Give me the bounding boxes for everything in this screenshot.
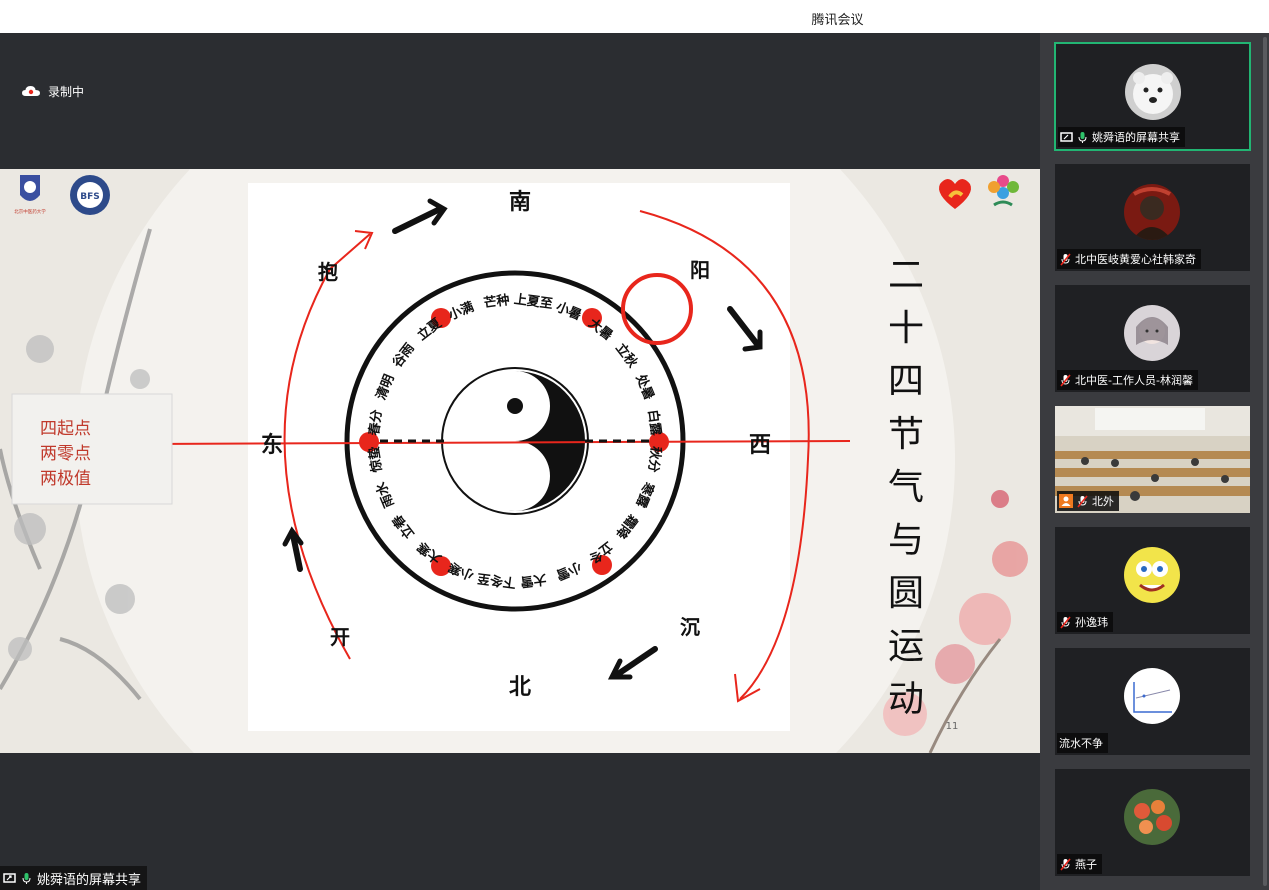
- screen-share-icon: [3, 872, 16, 883]
- participant-label: 孙逸玮: [1057, 612, 1113, 632]
- avatar: [1125, 64, 1181, 120]
- title-char-7: 运: [888, 626, 924, 667]
- recording-label: 录制中: [48, 85, 85, 99]
- note-box: 四起点 两零点 两极值: [11, 393, 173, 505]
- participant-name: 孙逸玮: [1075, 616, 1108, 629]
- window-title: 腾讯会议: [811, 13, 864, 28]
- participant-name: 北中医-工作人员-林润馨: [1075, 374, 1193, 387]
- title-char-8: 动: [888, 679, 924, 720]
- host-badge-icon: [1059, 494, 1073, 508]
- participant-tile[interactable]: 流水不争: [1054, 647, 1251, 756]
- university-logo-2: BFS: [70, 175, 110, 215]
- cloud-record-icon: [22, 86, 40, 96]
- solar-term-23: 芒种: [483, 292, 511, 311]
- participant-tile[interactable]: 燕子: [1054, 768, 1251, 877]
- page-number: 11: [946, 721, 959, 732]
- label-chen: 沉: [680, 615, 700, 639]
- mic-on-icon: [22, 872, 31, 884]
- title-char-4: 气: [888, 467, 924, 508]
- participant-panel: 姚舜语的屏幕共享北中医岐黄爱心社韩家奇 北中医-工作人员-林润馨北外孙逸玮流水不争…: [1040, 33, 1269, 890]
- participant-tile[interactable]: 孙逸玮: [1054, 526, 1251, 635]
- participant-name: 流水不争: [1059, 737, 1103, 750]
- vertical-title: 二十四节气与圆运动: [888, 255, 924, 720]
- shared-slide: 北京中医药大学 BFS 南 北 东 西 阳 沉 开 抱 上夏至 小暑 大暑 立秋…: [0, 169, 1040, 753]
- participant-label: 流水不争: [1057, 733, 1108, 753]
- avatar: [1124, 305, 1180, 361]
- mic-muted-icon: [1060, 857, 1071, 871]
- label-kai: 开: [330, 625, 350, 649]
- participant-name: 北外: [1092, 495, 1114, 508]
- solar-term-11: 大雪: [519, 571, 547, 590]
- panel-scrollbar[interactable]: [1263, 37, 1267, 886]
- title-char-5: 与: [888, 520, 924, 561]
- solar-term-6: 秋分: [645, 445, 664, 473]
- label-bao: 抱: [318, 260, 338, 284]
- note-line-3: 两极值: [40, 469, 91, 489]
- main-stage: 录制中 北京中医药大学 BFS 南 北 东 西 阳 沉 开 抱 上夏至 小暑 大…: [0, 33, 1040, 890]
- participant-label: 姚舜语的屏幕共享: [1058, 127, 1185, 147]
- label-south: 南: [509, 189, 531, 215]
- screen-share-tag[interactable]: 姚舜语的屏幕共享: [0, 866, 148, 890]
- title-char-2: 四: [888, 361, 924, 402]
- svg-text:北京中医药大学: 北京中医药大学: [14, 208, 46, 215]
- avatar: [1124, 668, 1180, 724]
- avatar: [1124, 184, 1180, 240]
- avatar: [1124, 789, 1180, 845]
- participant-label: 北中医-工作人员-林润馨: [1057, 370, 1198, 390]
- label-yang: 阳: [690, 258, 710, 282]
- screen-share-icon: [1060, 131, 1073, 142]
- label-west: 西: [749, 432, 771, 458]
- avatar: [1124, 547, 1180, 603]
- participant-name: 姚舜语的屏幕共享: [1092, 131, 1180, 144]
- participant-label: 北外: [1057, 491, 1119, 511]
- mic-muted-icon: [1060, 252, 1071, 266]
- participant-tile[interactable]: 北中医岐黄爱心社韩家奇: [1054, 163, 1251, 272]
- mic-on-icon: [1078, 131, 1087, 143]
- participant-tile[interactable]: 姚舜语的屏幕共享: [1054, 42, 1251, 151]
- slide-canvas: 北京中医药大学 BFS 南 北 东 西 阳 沉 开 抱 上夏至 小暑大暑立秋处暑…: [0, 169, 1040, 753]
- participant-name: 燕子: [1075, 858, 1097, 871]
- title-char-3: 节: [888, 414, 924, 455]
- title-char-0: 二: [888, 255, 924, 296]
- note-line-1: 四起点: [40, 419, 91, 439]
- solar-term-17: 惊蛰: [366, 445, 385, 473]
- label-north: 北: [509, 674, 531, 700]
- title-char-6: 圆: [888, 573, 924, 614]
- mic-muted-icon: [1060, 373, 1071, 387]
- title-char-1: 十: [888, 308, 924, 349]
- participant-name: 北中医岐黄爱心社韩家奇: [1075, 253, 1196, 266]
- mic-muted-icon: [1077, 494, 1088, 508]
- mic-muted-icon: [1060, 615, 1071, 629]
- recording-indicator[interactable]: 录制中: [22, 83, 84, 100]
- participant-label: 燕子: [1057, 854, 1102, 874]
- participant-tile[interactable]: 北外: [1054, 405, 1251, 514]
- note-line-2: 两零点: [40, 444, 91, 464]
- title-bar: 腾讯会议: [0, 0, 1269, 33]
- svg-text:BFS: BFS: [80, 192, 100, 202]
- screen-share-label: 姚舜语的屏幕共享: [37, 872, 142, 888]
- participant-tile[interactable]: 北中医-工作人员-林润馨: [1054, 284, 1251, 393]
- label-east: 东: [261, 432, 283, 458]
- participant-label: 北中医岐黄爱心社韩家奇: [1057, 249, 1201, 269]
